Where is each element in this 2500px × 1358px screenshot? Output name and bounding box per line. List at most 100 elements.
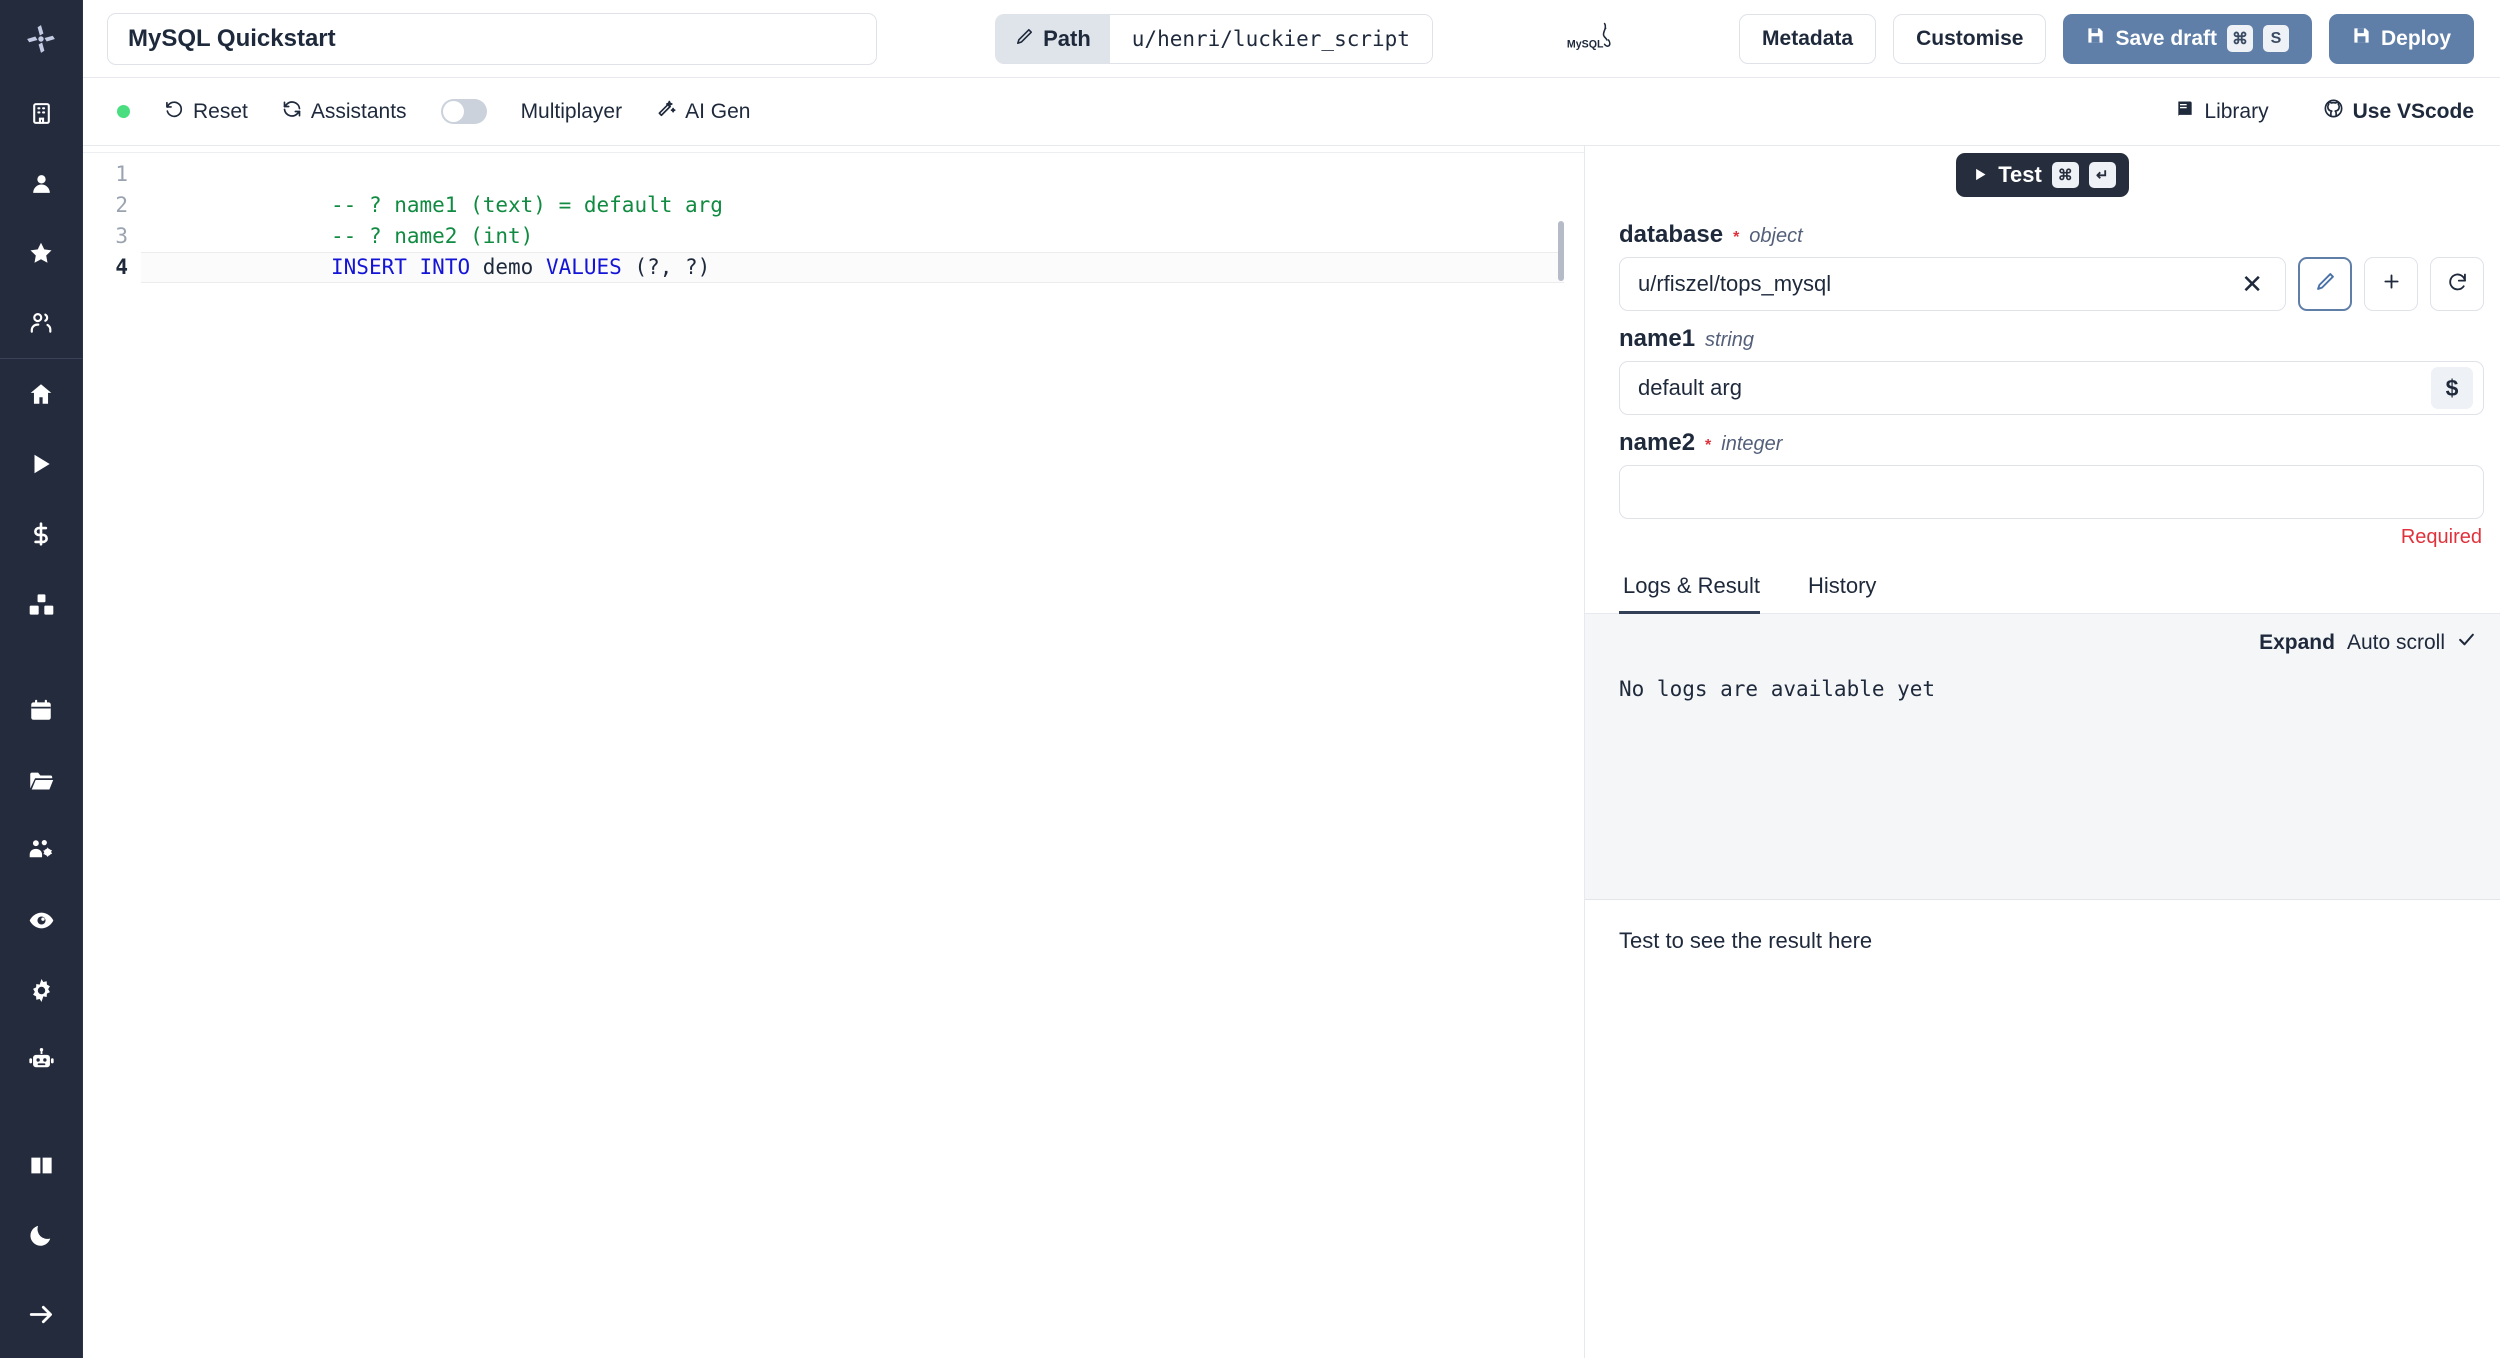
script-title-input[interactable] [107,12,877,65]
path-label-chip[interactable]: Path [996,14,1110,63]
database-input[interactable]: u/rfiszel/tops_mysql ✕ [1619,257,2286,311]
test-key-cmd: ⌘ [2051,162,2079,188]
sidebar-item-workers[interactable] [0,1025,82,1095]
play-icon [1973,162,1988,188]
sidebar-item-audit-logs[interactable] [0,885,82,955]
sidebar-item-members[interactable] [0,288,82,358]
use-vscode-button[interactable]: Use VScode [2323,98,2474,125]
arg-label-name1: name1 string [1619,325,2484,353]
save-draft-key-cmd: ⌘ [2226,25,2253,52]
editor-toolbar: Reset Assistants Multiplayer AI Gen Libr… [83,78,2500,146]
database-value: u/rfiszel/tops_mysql [1638,271,1832,296]
close-icon[interactable]: ✕ [2229,271,2275,297]
metadata-button[interactable]: Metadata [1739,13,1877,64]
sidebar-item-usage[interactable] [0,499,82,569]
test-button[interactable]: Test ⌘ ↵ [1956,153,2129,197]
code-lines[interactable]: -- ? name1 (text) = default arg -- ? nam… [141,153,1584,1358]
sidebar-item-groups[interactable] [0,815,82,885]
tab-history[interactable]: History [1804,573,1898,613]
sidebar-item-runs[interactable] [0,429,82,499]
main-area: Path u/henri/luckier_script MySQL [83,0,2500,1358]
sidebar-item-workspace[interactable] [0,78,82,148]
undo-icon [164,99,184,125]
reset-label: Reset [193,99,248,123]
editor-top-scrollbar[interactable] [83,146,1584,153]
sidebar-item-schedules[interactable] [0,675,82,745]
code-token: INTO [419,255,471,279]
code-line[interactable]: -- ? name1 (text) = default arg [141,159,1584,217]
code-area[interactable]: 1 2 3 4 -- ? name1 (text) = default arg … [83,153,1584,1358]
logs-panel: Expand Auto scroll No logs are available… [1585,614,2500,900]
multiplayer-toggle[interactable] [440,99,487,124]
path-control[interactable]: Path u/henri/luckier_script [995,13,1433,64]
required-asterisk: * [1705,437,1712,454]
name2-input[interactable] [1619,465,2484,519]
arg-row-name1: default arg $ [1619,361,2484,415]
user-icon [29,171,54,196]
test-key-enter: ↵ [2088,162,2116,188]
book-icon [28,1152,55,1179]
line-number-gutter: 1 2 3 4 [83,153,141,1358]
add-resource-button[interactable] [2364,257,2418,311]
book-icon [2175,99,2195,125]
body-split: 1 2 3 4 -- ? name1 (text) = default arg … [83,146,2500,1358]
code-token: INSERT [331,255,407,279]
save-draft-button[interactable]: Save draft ⌘ S [2063,13,2312,64]
expand-logs-button[interactable]: Expand [2259,631,2335,655]
name1-input[interactable]: default arg $ [1619,361,2484,415]
line-number: 4 [115,255,128,279]
metadata-label: Metadata [1762,26,1854,50]
mysql-logo: MySQL [1563,19,1621,59]
arg-type: object [1749,225,1803,247]
save-draft-key-s: S [2262,25,2289,52]
windmill-logo[interactable] [0,0,82,78]
sidebar-item-docs[interactable] [0,1130,82,1200]
arguments-form: database * object u/rfiszel/tops_mysql ✕ [1585,197,2500,549]
code-token: demo [470,255,546,279]
test-label: Test [1998,162,2042,187]
line-number: 2 [115,193,128,217]
name1-value: default arg [1638,375,1742,400]
path-value-text[interactable]: u/henri/luckier_script [1109,14,1432,63]
editor-vertical-scrollbar[interactable] [1558,221,1564,281]
assistants-button[interactable]: Assistants [282,99,407,125]
dollar-icon[interactable]: $ [2431,367,2473,409]
refresh-icon [2447,271,2468,297]
calendar-icon [28,697,54,723]
arg-type: integer [1721,433,1783,455]
ai-gen-button[interactable]: AI Gen [656,99,750,125]
sidebar-item-home[interactable] [0,359,82,429]
deploy-button[interactable]: Deploy [2328,13,2474,64]
sidebar-item-settings[interactable] [0,955,82,1025]
sidebar-item-resources[interactable] [0,569,82,639]
customise-button[interactable]: Customise [1893,13,2047,64]
moon-icon [28,1222,54,1248]
home-icon [28,381,54,407]
top-bar-actions: Metadata Customise Save draft ⌘ S Deploy [1739,13,2474,64]
library-button[interactable]: Library [2175,99,2269,125]
sidebar-item-dark-mode[interactable] [0,1200,82,1270]
play-icon [28,451,54,477]
tab-logs-result[interactable]: Logs & Result [1619,573,1782,614]
sidebar-item-expand-sidebar[interactable] [0,1270,82,1358]
sidebar [0,0,83,1358]
check-icon[interactable] [2457,630,2476,655]
code-token: -- ? name1 (text) = default arg [331,193,723,217]
sidebar-item-favorites[interactable] [0,218,82,288]
deploy-label: Deploy [2380,26,2451,50]
pencil-icon [1015,26,1034,52]
reset-button[interactable]: Reset [164,99,248,125]
sidebar-item-folders[interactable] [0,745,82,815]
path-area: Path u/henri/luckier_script MySQL [895,13,1721,64]
sidebar-item-account[interactable] [0,148,82,218]
arg-name: name1 [1619,325,1696,352]
code-editor[interactable]: 1 2 3 4 -- ? name1 (text) = default arg … [83,146,1585,1358]
arg-row-name2 [1619,465,2484,519]
edit-resource-button[interactable] [2298,257,2352,311]
editor-minimap [1564,153,1584,1358]
save-draft-label: Save draft [2115,26,2217,50]
gear-icon [28,977,55,1004]
refresh-resources-button[interactable] [2430,257,2484,311]
svg-text:MySQL: MySQL [1567,38,1604,50]
